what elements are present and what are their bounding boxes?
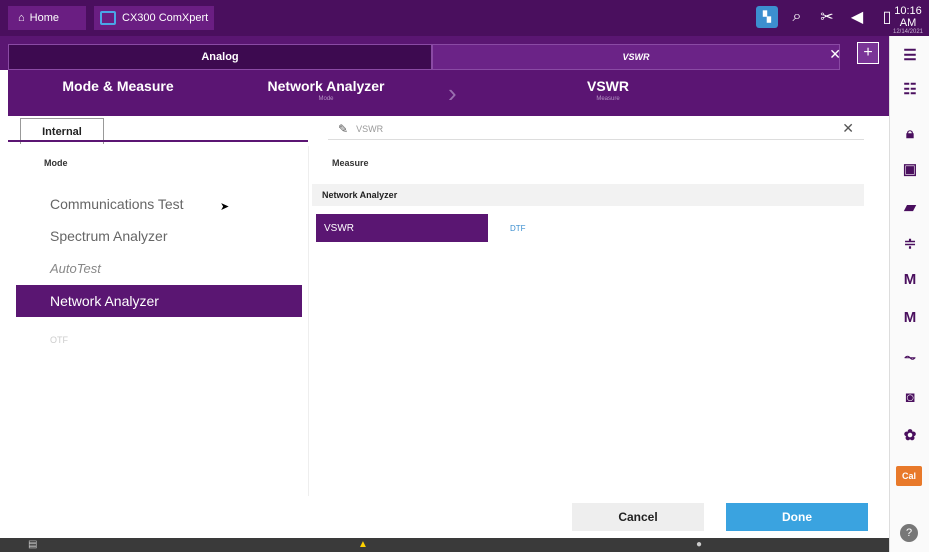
folder-icon[interactable]: ▰	[890, 196, 929, 218]
tab-vswr-label: VSWR	[622, 52, 650, 62]
mode-item-spectrum-analyzer[interactable]: Spectrum Analyzer	[16, 220, 302, 252]
cal-button-label: Cal	[901, 471, 916, 481]
panel-divider	[308, 146, 309, 496]
marker-icon[interactable]: M	[890, 268, 929, 290]
measure-group-network-analyzer: Network Analyzer	[312, 184, 864, 206]
measure-item-vswr[interactable]: VSWR	[316, 214, 488, 242]
marker-config-icon[interactable]: M	[890, 306, 929, 328]
mode-item-otf[interactable]: OTF	[16, 324, 302, 356]
chevron-right-icon: ›	[448, 78, 457, 108]
status-icons: ▚ ⌕ ✂ ◀ ▯	[756, 6, 898, 28]
app-tab[interactable]: CX300 ComXpert	[94, 6, 214, 30]
right-sidebar: ☰ ☷ 🔒︎ ▣ ▰ ≑ M M ⏦ ◙ ✿ Cal ?	[889, 36, 929, 552]
location-icon[interactable]: ●	[696, 539, 702, 550]
breadcrumb-measure[interactable]: VSWR Measure	[508, 78, 708, 102]
help-icon[interactable]: ?	[900, 524, 918, 542]
mouse-cursor-icon: ➤	[220, 201, 230, 213]
save-icon[interactable]: ▣	[890, 158, 929, 180]
breadcrumb-root[interactable]: Mode & Measure	[8, 78, 228, 94]
mode-item-label: Communications Test	[50, 196, 184, 212]
top-app-bar: ⌂ Home CX300 ComXpert ▚ ⌕ ✂ ◀ ▯ 10:16 AM…	[0, 0, 929, 36]
help-icon-label: ?	[905, 527, 913, 539]
clock-time: 10:16 AM	[894, 5, 922, 29]
done-button-label: Done	[782, 510, 812, 524]
notes-icon[interactable]: ▤	[28, 539, 37, 550]
tools-icon[interactable]: ✂	[816, 6, 838, 28]
warning-icon[interactable]: ▲	[358, 539, 368, 550]
sub-tabs: Analog VSWR ✕ +	[0, 36, 889, 70]
settings-icon[interactable]: ✿	[890, 424, 929, 446]
menu-icon[interactable]: ☰	[890, 44, 929, 66]
app-tab-label: CX300 ComXpert	[122, 12, 209, 24]
cal-button[interactable]: Cal	[896, 466, 922, 486]
breadcrumb: Mode & Measure Network Analyzer Mode › V…	[8, 70, 889, 116]
app-icon	[100, 11, 116, 25]
network-icon[interactable]: ▚	[756, 6, 778, 28]
measure-header: Measure	[332, 158, 369, 168]
measure-group-label: Network Analyzer	[322, 190, 398, 200]
home-tab-label: Home	[29, 12, 59, 24]
mode-item-label: Spectrum Analyzer	[50, 228, 168, 244]
search-value: VSWR	[356, 123, 384, 134]
breadcrumb-mode-value: Network Analyzer	[267, 78, 385, 94]
done-button[interactable]: Done	[726, 503, 868, 531]
mode-item-network-analyzer[interactable]: Network Analyzer	[16, 285, 302, 317]
pulse-icon[interactable]: ⏦	[890, 346, 929, 368]
volume-icon[interactable]: ◀	[846, 6, 868, 28]
breadcrumb-mode-sub: Mode	[318, 96, 334, 102]
home-tab[interactable]: ⌂ Home	[8, 6, 86, 30]
tab-internal-label: Internal	[42, 125, 82, 138]
bottom-status-bar: ▤ ▲ ●	[0, 538, 889, 552]
mode-item-autotest[interactable]: AutoTest	[16, 252, 302, 284]
add-tab-button[interactable]: +	[857, 42, 879, 64]
trace-icon[interactable]: ≑	[890, 232, 929, 254]
mode-item-label: Network Analyzer	[50, 293, 159, 309]
breadcrumb-measure-sub: Measure	[596, 96, 620, 102]
cancel-button[interactable]: Cancel	[572, 503, 704, 531]
close-tab-icon[interactable]: ✕	[829, 46, 841, 63]
camera-icon[interactable]: ◙	[890, 386, 929, 408]
tab-vswr[interactable]: VSWR	[432, 44, 840, 70]
mode-item-communications-test[interactable]: Communications Test	[16, 188, 302, 220]
tab-analog[interactable]: Analog	[8, 44, 432, 70]
lock-icon[interactable]: 🔒︎	[890, 122, 929, 144]
tab-analog-label: Analog	[201, 51, 239, 63]
cancel-button-label: Cancel	[618, 510, 658, 524]
search-input[interactable]: ✎ VSWR ✕	[328, 118, 864, 140]
measure-item-dtf[interactable]: DTF	[510, 224, 526, 233]
list-settings-icon[interactable]: ☷	[890, 78, 929, 100]
breadcrumb-root-label: Mode & Measure	[62, 78, 174, 94]
breadcrumb-mode[interactable]: Network Analyzer Mode	[226, 78, 426, 102]
tab-underline	[8, 140, 308, 142]
breadcrumb-measure-value: VSWR	[587, 78, 629, 94]
mode-header: Mode	[44, 158, 68, 168]
clock: 10:16 AM 12/14/2021	[887, 0, 929, 36]
pencil-icon: ✎	[338, 121, 349, 136]
home-icon: ⌂	[18, 12, 25, 24]
wifi-search-icon[interactable]: ⌕	[786, 6, 808, 28]
mode-item-label: AutoTest	[50, 260, 101, 276]
measure-item-label: VSWR	[324, 222, 354, 234]
clock-date: 12/14/2021	[892, 29, 924, 35]
clear-search-icon[interactable]: ✕	[842, 120, 854, 137]
mode-item-label: OTF	[50, 335, 68, 345]
